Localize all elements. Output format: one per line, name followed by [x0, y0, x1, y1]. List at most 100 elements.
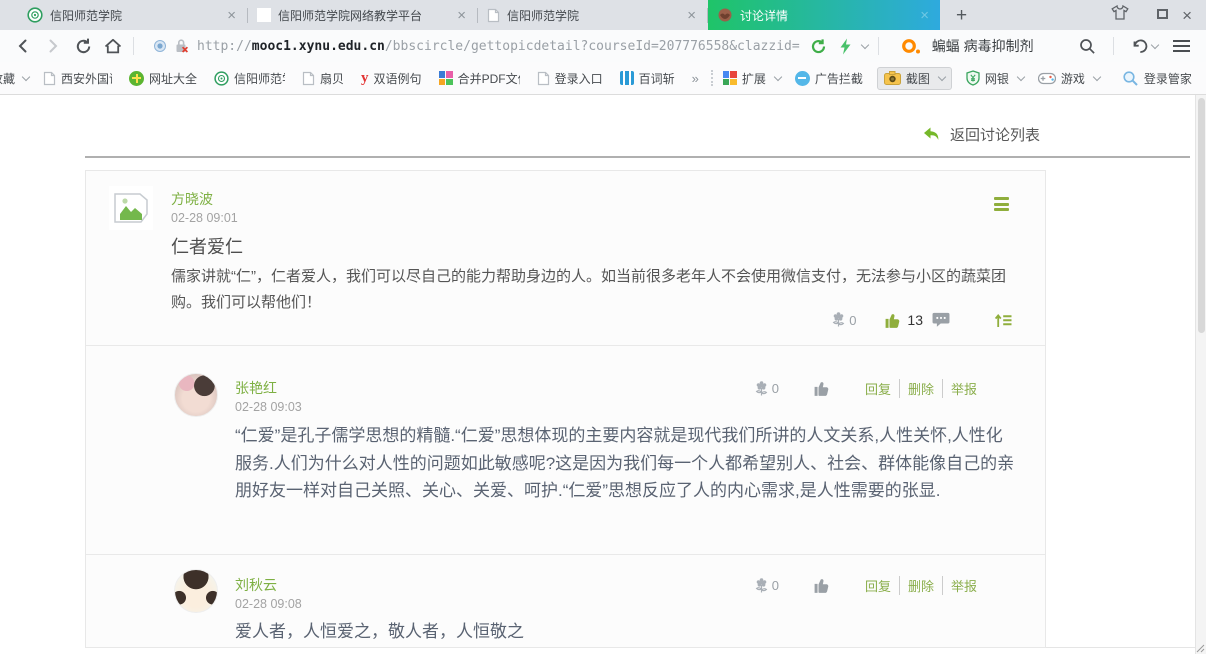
address-bar[interactable]: http://mooc1.xynu.edu.cn/bbscircle/getto… [153, 38, 800, 54]
blank-favicon [257, 8, 271, 22]
sort-top-button[interactable] [994, 312, 1013, 328]
url-scheme: http:// [197, 39, 252, 54]
site-info-icon[interactable] [153, 39, 167, 53]
bookmark-label: 合并PDF文件 [458, 70, 520, 87]
reply-author[interactable]: 刘秋云 [235, 575, 277, 595]
chevron-down-icon [774, 73, 782, 81]
tool-label: 游戏 [1061, 70, 1085, 87]
netbank-button[interactable]: 网银 [966, 70, 1024, 87]
shield-yuan-icon [966, 70, 980, 86]
favorites-menu[interactable]: 收藏 [0, 70, 29, 87]
post-menu-icon[interactable] [994, 197, 1009, 211]
recent-undo-icon[interactable] [1125, 32, 1163, 60]
award-button[interactable]: 0 [754, 577, 779, 595]
search-query[interactable]: 蝙蝠 病毒抑制剂 [932, 36, 1034, 56]
extensions-icon [723, 71, 737, 85]
like-button[interactable]: 13 [884, 312, 923, 329]
reply-author[interactable]: 张艳红 [235, 378, 277, 398]
login-manager-button[interactable]: 登录管家 [1122, 70, 1192, 87]
delete-link[interactable]: 删除 [899, 379, 942, 398]
window-close-button[interactable]: × [1182, 7, 1192, 24]
like-button[interactable] [813, 577, 831, 594]
games-button[interactable]: 游戏 [1038, 70, 1100, 87]
tab-xynu-home[interactable]: 信阳师范学院 × [18, 0, 247, 30]
chevron-down-icon [1093, 73, 1101, 81]
login-magnifier-icon [1122, 70, 1139, 87]
resize-grip-icon [1196, 644, 1205, 653]
page-icon [537, 71, 550, 86]
scrollbar-thumb[interactable] [1198, 98, 1205, 333]
discussion-thread: 方晓波 02-28 09:01 仁者爱仁 儒家讲就“仁”，仁者爱人，我们可以尽自… [85, 170, 1046, 648]
main-menu-icon[interactable] [1169, 36, 1194, 56]
tab-title: 信阳师范学院网络教学平台 [278, 7, 449, 24]
bookmark-xynu[interactable]: 信阳师范学院 [214, 70, 285, 87]
avatar [109, 186, 153, 230]
reply-link[interactable]: 回复 [857, 576, 899, 595]
gamepad-icon [1038, 72, 1056, 85]
delete-link[interactable]: 删除 [899, 576, 942, 595]
award-count: 0 [772, 578, 779, 593]
refresh-button[interactable] [68, 32, 98, 60]
bookmark-label: 扇贝 [320, 70, 344, 87]
browser-toolbar: http://mooc1.xynu.edu.cn/bbscircle/getto… [0, 30, 1206, 62]
scrollbar[interactable] [1195, 95, 1206, 654]
tab-close-icon[interactable]: × [455, 8, 468, 23]
bookmark-shanbay[interactable]: 扇贝 [302, 70, 344, 87]
report-link[interactable]: 举报 [942, 576, 985, 595]
award-count: 0 [849, 313, 856, 328]
bookmarks-overflow-icon[interactable]: » [692, 71, 699, 86]
camera-icon [884, 71, 901, 85]
post-author[interactable]: 方晓波 [171, 189, 213, 209]
tab-teaching-platform[interactable]: 信阳师范学院网络教学平台 × [248, 0, 477, 30]
bookmark-baicizhan[interactable]: 百词斩 [620, 70, 675, 87]
post-time: 02-28 09:01 [171, 211, 238, 225]
tab-close-icon[interactable]: × [225, 8, 238, 23]
bookmark-label: 网址大全 [149, 70, 197, 87]
forward-button[interactable] [38, 32, 68, 60]
adblock-button[interactable]: 广告拦截 [795, 70, 863, 87]
translate-icon[interactable] [810, 38, 827, 55]
award-button[interactable]: 0 [754, 380, 779, 398]
bookmark-nav-site[interactable]: 网址大全 [129, 70, 197, 87]
award-button[interactable]: 0 [831, 311, 856, 329]
back-button[interactable] [8, 32, 38, 60]
avatar [174, 569, 218, 613]
search-engine-logo[interactable] [901, 38, 922, 55]
like-button[interactable] [813, 380, 831, 397]
search-icon[interactable] [1072, 32, 1102, 60]
back-link-label: 返回讨论列表 [950, 124, 1040, 145]
chevron-down-icon [1017, 73, 1025, 81]
bookmark-bilingual[interactable]: y 双语例句 [361, 70, 422, 87]
bookmark-login-portal[interactable]: 登录入口 [537, 70, 603, 87]
back-to-discussion-list-link[interactable]: 返回讨论列表 [922, 124, 1040, 145]
reply-link[interactable]: 回复 [857, 379, 899, 398]
reply-ops: 回复 删除 举报 [857, 379, 985, 398]
bookmark-label: 登录入口 [555, 70, 603, 87]
insecure-lock-icon[interactable] [174, 38, 189, 54]
tab-xynu-page[interactable]: 信阳师范学院 × [478, 0, 707, 30]
screenshot-button[interactable]: 截图 [877, 67, 952, 90]
toolbar-drag-handle [711, 70, 713, 86]
bookmark-merge-pdf[interactable]: 合并PDF文件 [439, 70, 520, 87]
tab-close-icon[interactable]: × [918, 8, 931, 23]
chevron-down-icon[interactable] [860, 41, 868, 49]
search-box[interactable]: 蝙蝠 病毒抑制剂 [901, 36, 1034, 56]
tab-discussion-detail-active[interactable]: 讨论详情 × [708, 0, 940, 30]
report-link[interactable]: 举报 [942, 379, 985, 398]
extensions-button[interactable]: 扩展 [723, 70, 781, 87]
comment-button[interactable] [932, 312, 950, 328]
home-button[interactable] [98, 32, 128, 60]
chevron-down-icon[interactable] [1150, 41, 1158, 49]
speed-lightning-icon[interactable] [839, 38, 852, 55]
bookmark-xisu[interactable]: 西安外国语 [43, 70, 112, 87]
tab-title: 信阳师范学院 [507, 7, 679, 24]
maximize-button[interactable] [1157, 6, 1168, 24]
tool-label: 登录管家 [1144, 70, 1192, 87]
post-body: 儒家讲就“仁”，仁者爱人，我们可以尽自己的能力帮助身边的人。如当前很多老年人不会… [171, 264, 1019, 316]
tab-close-icon[interactable]: × [685, 8, 698, 23]
bookmarks-bar: 收藏 西安外国语 网址大全 信阳师范学院 扇贝 y 双语例句 合并PDF文件 登… [0, 62, 1206, 95]
reply-time: 02-28 09:03 [235, 400, 302, 414]
theme-skin-icon[interactable] [1111, 5, 1129, 25]
new-tab-button[interactable]: + [950, 6, 973, 25]
chevron-down-icon [938, 73, 946, 81]
